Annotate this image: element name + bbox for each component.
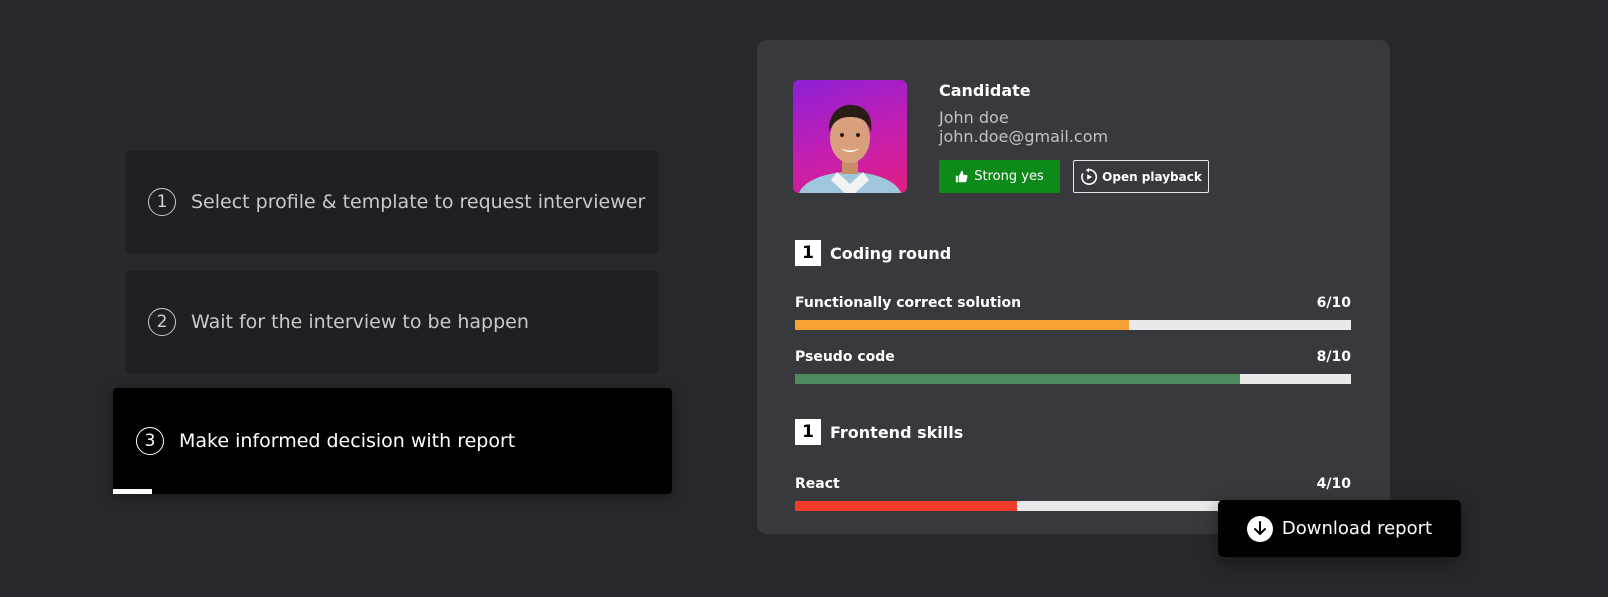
candidate-heading: Candidate	[939, 81, 1031, 100]
metric-pseudo-code: Pseudo code 8/10	[795, 349, 1351, 384]
download-report-label: Download report	[1281, 518, 1433, 539]
thumbs-up-icon	[955, 170, 968, 183]
download-report-button[interactable]: Download report	[1218, 500, 1461, 557]
step-number: 3	[136, 427, 164, 455]
section-title: Frontend skills	[830, 422, 964, 442]
step-number: 1	[148, 188, 176, 216]
replay-icon	[1080, 167, 1098, 186]
metric-label: Functionally correct solution	[795, 295, 1022, 311]
section-number: 1	[795, 240, 821, 266]
metric-bar-fill	[795, 501, 1018, 511]
metric-bar	[795, 374, 1351, 384]
report-card: Candidate John doe john.doe@gmail.com St…	[757, 40, 1390, 534]
step-item-2[interactable]: 2 Wait for the interview to be happen	[126, 271, 659, 373]
metric-label: Pseudo code	[795, 349, 895, 365]
strong-yes-button[interactable]: Strong yes	[939, 160, 1060, 193]
step-number: 2	[148, 308, 176, 336]
candidate-email: john.doe@gmail.com	[939, 127, 1109, 146]
section-title: Coding round	[830, 243, 952, 263]
step-item-1[interactable]: 1 Select profile & template to request i…	[126, 151, 659, 253]
step-label: Wait for the interview to be happen	[191, 311, 529, 333]
strong-yes-label: Strong yes	[974, 169, 1044, 184]
metric-score: 4/10	[1316, 476, 1351, 492]
section-number: 1	[795, 419, 821, 445]
metric-bar-fill	[795, 374, 1240, 384]
step-item-3-active[interactable]: 3 Make informed decision with report	[113, 388, 672, 494]
step-label: Make informed decision with report	[179, 430, 516, 452]
step-progress-bar	[113, 489, 153, 494]
candidate-photo-icon	[798, 104, 902, 193]
metric-label: React	[795, 476, 840, 492]
section-frontend-skills: 1 Frontend skills	[795, 419, 963, 445]
metric-bar-fill	[795, 320, 1129, 330]
metric-bar	[795, 320, 1351, 330]
download-arrow-icon	[1246, 515, 1273, 542]
candidate-avatar	[793, 80, 907, 193]
section-coding-round: 1 Coding round	[795, 240, 951, 266]
metric-functionally-correct: Functionally correct solution 6/10	[795, 295, 1351, 330]
open-playback-button[interactable]: Open playback	[1073, 160, 1209, 193]
metric-score: 8/10	[1316, 349, 1351, 365]
metric-score: 6/10	[1316, 295, 1351, 311]
step-label: Select profile & template to request int…	[191, 191, 646, 213]
open-playback-label: Open playback	[1102, 169, 1202, 184]
candidate-name: John doe	[939, 108, 1009, 127]
